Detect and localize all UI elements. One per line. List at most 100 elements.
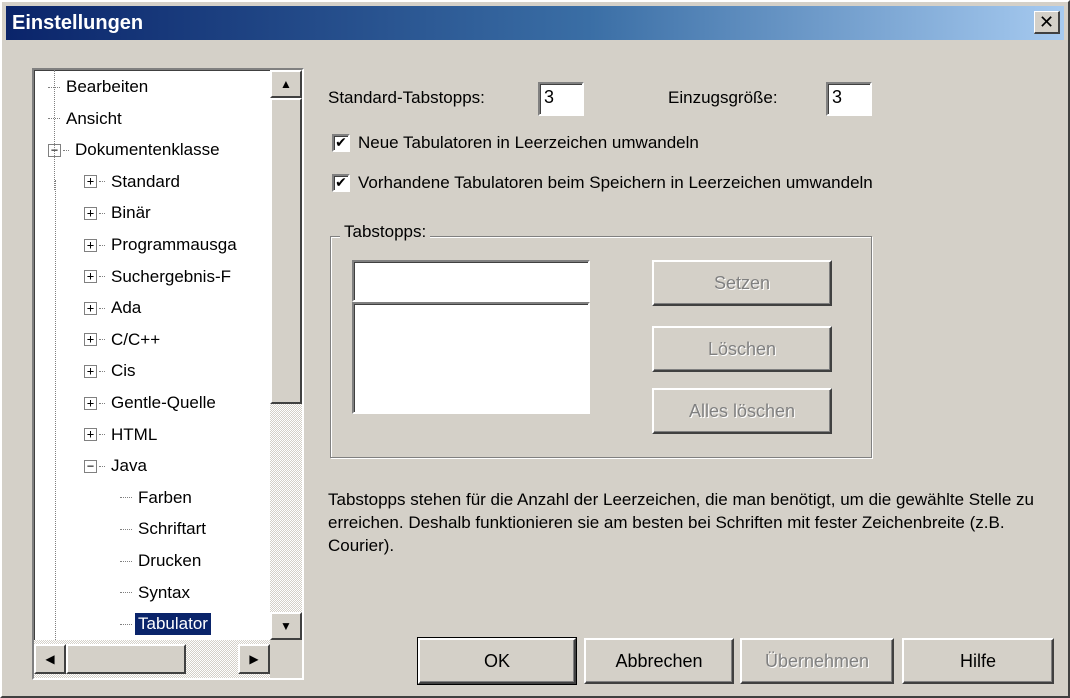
tabstops-description: Tabstopps stehen für die Anzahl der Leer… xyxy=(328,490,1034,555)
tree-item-label: Ansicht xyxy=(66,108,122,128)
expand-icon[interactable]: + xyxy=(84,206,97,220)
scroll-right-button[interactable]: ▶ xyxy=(238,644,270,674)
tree-item-label: Farben xyxy=(138,487,192,507)
tree-item[interactable]: + Ada xyxy=(84,294,144,322)
apply-button[interactable]: Übernehmen xyxy=(740,638,894,684)
ok-button[interactable]: OK xyxy=(417,637,577,685)
expand-icon[interactable]: + xyxy=(84,428,97,442)
tree-item[interactable]: Drucken xyxy=(120,547,204,575)
tree-item[interactable]: Syntax xyxy=(120,579,193,607)
tabstop-input[interactable] xyxy=(352,260,590,302)
collapse-icon[interactable]: − xyxy=(84,459,97,473)
tree-item[interactable]: + Cis xyxy=(84,357,139,385)
delete-all-tabstops-button[interactable]: Alles löschen xyxy=(652,388,832,434)
convert-existing-tabs-option[interactable]: ✔ Vorhandene Tabulatoren beim Speichern … xyxy=(332,173,873,193)
tree-connector xyxy=(120,592,132,594)
scroll-corner xyxy=(270,640,302,678)
tree-item[interactable]: + Standard xyxy=(84,168,183,196)
cancel-button[interactable]: Abbrechen xyxy=(584,638,734,684)
tree-item-label: HTML xyxy=(111,424,158,444)
tree-item[interactable]: + Suchergebnis-F xyxy=(84,263,234,291)
expand-icon[interactable]: + xyxy=(84,364,97,378)
tree-item[interactable]: Ansicht xyxy=(48,105,125,133)
scroll-down-button[interactable]: ▼ xyxy=(270,612,302,640)
scroll-thumb[interactable] xyxy=(270,98,302,404)
close-button[interactable]: ✕ xyxy=(1034,11,1060,34)
tree-item[interactable]: − Java xyxy=(84,452,150,480)
tree-item-label: Gentle-Quelle xyxy=(111,393,216,412)
convert-new-tabs-option[interactable]: ✔ Neue Tabulatoren in Leerzeichen umwand… xyxy=(332,133,699,153)
tree-connector xyxy=(99,212,105,214)
tree-item-label: C/C++ xyxy=(111,329,161,349)
tree-connector xyxy=(99,307,105,309)
tree-item-label: Java xyxy=(111,456,147,476)
tree-item-label: Tabulator xyxy=(134,612,212,637)
indent-size-label: Einzugsgröße: xyxy=(668,88,778,107)
tree-connector xyxy=(120,623,132,625)
horizontal-scroll-thumb[interactable] xyxy=(66,644,186,674)
standard-tabstops-input[interactable]: 3 xyxy=(538,82,584,116)
expand-icon[interactable]: + xyxy=(84,333,97,347)
tree-item-label: Dokumentenklasse xyxy=(75,140,220,160)
tree-item-label: Schriftart xyxy=(138,519,207,539)
tree-item[interactable]: + C/C++ xyxy=(84,326,163,354)
scroll-left-button[interactable]: ◀ xyxy=(34,644,66,674)
convert-new-tabs-label: Neue Tabulatoren in Leerzeichen umwandel… xyxy=(358,133,699,152)
tree-connector xyxy=(99,181,105,183)
tree-item-label: Binär xyxy=(111,203,151,223)
tree-connector xyxy=(99,434,105,436)
expand-icon[interactable]: + xyxy=(84,238,97,252)
title-bar[interactable]: Einstellungen ✕ xyxy=(6,6,1064,40)
scroll-left-icon: ◀ xyxy=(45,652,55,666)
tree-vertical-scrollbar[interactable]: ▲ ▼ xyxy=(270,70,302,640)
tree-item[interactable]: + Gentle-Quelle xyxy=(84,389,219,417)
tree-items: Bearbeiten Ansicht − Dokumentenklasse + Stand… xyxy=(34,70,270,640)
convert-existing-tabs-label: Vorhandene Tabulatoren beim Speichern in… xyxy=(358,173,873,192)
tree-connector xyxy=(120,497,132,499)
tree-item-label: Ada xyxy=(111,298,142,318)
scroll-right-icon: ▶ xyxy=(249,652,259,666)
tree-item-label: Suchergebnis-F xyxy=(111,266,232,286)
scroll-down-icon: ▼ xyxy=(280,619,292,633)
tree-item-label: Standard xyxy=(111,171,180,191)
settings-dialog: Einstellungen ✕ Bearbeiten Ansicht − Dokume… xyxy=(0,0,1070,698)
tree-connector xyxy=(99,402,105,404)
tree-item-label: Cis xyxy=(111,361,136,381)
tree-connector xyxy=(99,465,105,467)
tree-item-label: Programmausga xyxy=(111,235,237,254)
tree-item[interactable]: Schriftart xyxy=(120,515,209,543)
tree-connector xyxy=(99,276,105,278)
tree-connector xyxy=(63,149,69,151)
set-tabstop-button[interactable]: Setzen xyxy=(652,260,832,306)
expand-icon[interactable]: + xyxy=(84,396,97,410)
tree-item[interactable]: − Dokumentenklasse xyxy=(48,136,223,164)
tree-connector xyxy=(120,528,132,530)
tree-connector xyxy=(99,244,105,246)
category-tree: Bearbeiten Ansicht − Dokumentenklasse + Stand… xyxy=(32,68,304,680)
convert-new-tabs-checkbox[interactable]: ✔ xyxy=(332,134,350,152)
indent-size-input[interactable]: 3 xyxy=(826,82,872,116)
delete-tabstop-button[interactable]: Löschen xyxy=(652,326,832,372)
expand-icon[interactable]: + xyxy=(84,301,97,315)
tree-item[interactable]: + HTML xyxy=(84,421,160,449)
tree-horizontal-scrollbar[interactable]: ◀ ▶ xyxy=(34,640,270,678)
tabstop-list[interactable] xyxy=(352,302,590,414)
tree-item-label: Bearbeiten xyxy=(66,77,149,96)
tree-connector xyxy=(120,560,132,562)
help-button[interactable]: Hilfe xyxy=(902,638,1054,684)
tree-item[interactable]: + Binär xyxy=(84,199,154,227)
standard-tabstops-label: Standard-Tabstopps: xyxy=(328,88,485,107)
tree-item[interactable]: Farben xyxy=(120,484,195,512)
tree-item[interactable]: + Programmausga xyxy=(84,231,240,259)
close-icon: ✕ xyxy=(1038,12,1055,32)
expand-icon[interactable]: + xyxy=(84,175,97,189)
tree-item[interactable]: Tabulator xyxy=(120,610,212,638)
scroll-up-button[interactable]: ▲ xyxy=(270,70,302,98)
tree-item-label: Drucken xyxy=(138,551,202,570)
convert-existing-tabs-checkbox[interactable]: ✔ xyxy=(332,174,350,192)
scroll-up-icon: ▲ xyxy=(280,77,292,91)
tree-item-label: Syntax xyxy=(138,582,190,602)
expand-icon[interactable]: + xyxy=(84,270,97,284)
tabstops-group-title: Tabstopps: xyxy=(340,222,431,242)
tree-item[interactable]: Bearbeiten xyxy=(48,73,151,101)
